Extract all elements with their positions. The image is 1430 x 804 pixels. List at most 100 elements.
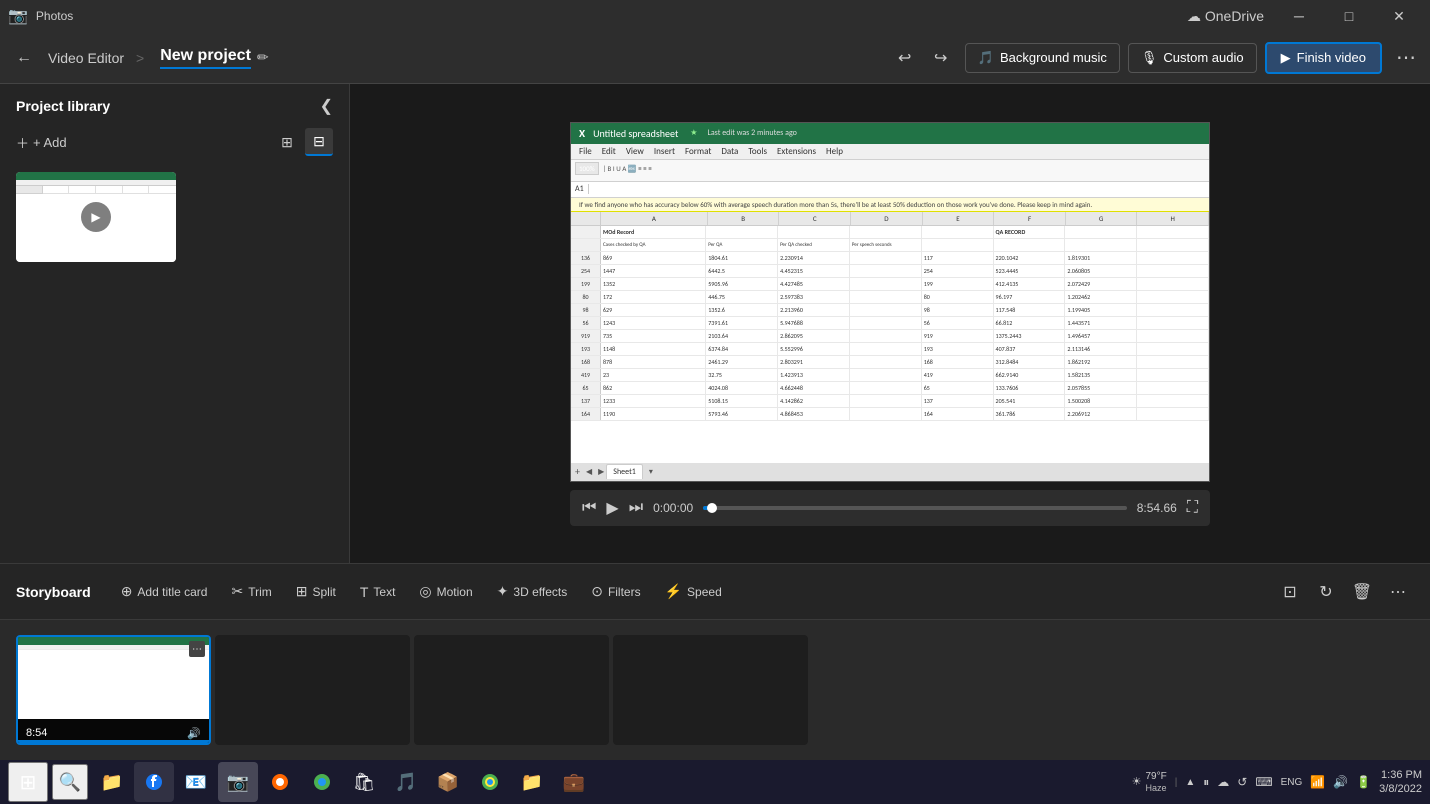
sheet-nav-right[interactable]: ▶ xyxy=(598,467,604,477)
play-forward-button[interactable]: ⏭ xyxy=(629,499,643,517)
taskbar-app-work[interactable]: 💼 xyxy=(554,762,594,802)
data-row: 168 878 2461.29 2.803291 168 312.8484 1.… xyxy=(571,356,1209,369)
trim-icon: ✂ xyxy=(231,583,243,600)
play-overlay: ▶ xyxy=(81,202,111,232)
menu-data[interactable]: Data xyxy=(721,146,738,157)
taskbar-app-browser-3[interactable] xyxy=(302,762,342,802)
more-options-button[interactable]: ⋯ xyxy=(1390,42,1422,74)
middle-section: Project library ❮ ＋ + Add ⊞ ⊟ xyxy=(0,84,1430,563)
maximize-button[interactable]: □ xyxy=(1326,0,1372,32)
taskbar-app-music[interactable]: 🎵 xyxy=(386,762,426,802)
formula-bar: A1 xyxy=(571,182,1209,198)
project-name-label: New project xyxy=(160,47,251,69)
taskbar-app-files[interactable]: 📁 xyxy=(92,762,132,802)
sheet-nav-left[interactable]: ◀ xyxy=(586,467,592,477)
zoom-control[interactable]: 100% xyxy=(575,162,599,175)
sidebar-collapse-button[interactable]: ❮ xyxy=(320,96,333,116)
small-grid-view-button[interactable]: ⊞ xyxy=(273,128,301,156)
system-clock[interactable]: 1:36 PM 3/8/2022 xyxy=(1379,768,1422,797)
cell-e2 xyxy=(922,239,994,251)
taskbar-app-dropbox[interactable]: 📦 xyxy=(428,762,468,802)
motion-button[interactable]: ◎ Motion xyxy=(409,578,482,605)
taskbar-app-folder[interactable]: 📁 xyxy=(512,762,552,802)
custom-audio-button[interactable]: 🎙 Custom audio xyxy=(1128,43,1257,73)
delete-clip-button[interactable]: 🗑 xyxy=(1346,576,1378,608)
large-grid-view-button[interactable]: ⊟ xyxy=(305,128,333,156)
menu-edit[interactable]: Edit xyxy=(602,146,616,157)
undo-button[interactable]: ↩ xyxy=(889,42,921,74)
progress-bar[interactable] xyxy=(703,506,1127,510)
menu-file[interactable]: File xyxy=(579,146,592,157)
cell-f2 xyxy=(994,239,1066,251)
systray-lang-icon[interactable]: ENG xyxy=(1281,777,1303,788)
menu-extensions[interactable]: Extensions xyxy=(777,146,816,157)
cell-g2 xyxy=(1065,239,1137,251)
storyboard-clip-1[interactable]: ⋯ 8:54 🔊 xyxy=(16,635,211,745)
systray-volume-icon: 🔊 xyxy=(1333,775,1348,789)
trim-button[interactable]: ✂ Trim xyxy=(221,578,281,605)
fullscreen-button[interactable]: ⛶ xyxy=(1187,499,1198,517)
col-c-header: C xyxy=(779,212,851,225)
storyboard-clip-3[interactable] xyxy=(414,635,609,745)
taskbar-app-mail[interactable]: 📧 xyxy=(176,762,216,802)
play-back-button[interactable]: ⏮ xyxy=(582,499,596,517)
cell-g1 xyxy=(1065,226,1137,238)
col-e-header: E xyxy=(923,212,995,225)
storyboard-clip-4[interactable] xyxy=(613,635,808,745)
filters-icon: ⊙ xyxy=(591,583,603,600)
close-button[interactable]: ✕ xyxy=(1376,0,1422,32)
crop-resize-button[interactable]: ⊡ xyxy=(1274,576,1306,608)
finish-video-button[interactable]: ▶ Finish video xyxy=(1265,42,1382,74)
minimize-button[interactable]: ─ xyxy=(1276,0,1322,32)
add-title-card-button[interactable]: ⊕ Add title card xyxy=(111,578,218,605)
speed-button[interactable]: ⚡ Speed xyxy=(655,578,732,605)
excel-menu-bar: File Edit View Insert Format Data Tools … xyxy=(571,144,1209,160)
menu-format[interactable]: Format xyxy=(685,146,711,157)
weather-widget[interactable]: ☀ 79°F Haze xyxy=(1132,771,1167,794)
start-button[interactable]: ⊞ xyxy=(8,762,48,802)
menu-tools[interactable]: Tools xyxy=(748,146,767,157)
back-button[interactable]: ← xyxy=(8,42,40,74)
cell-mod-record: MOd Record xyxy=(601,226,706,238)
excel-header: X Untitled spreadsheet ★ Last edit was 2… xyxy=(571,123,1209,144)
edit-project-name-icon[interactable]: ✏ xyxy=(257,49,269,66)
add-icon: ＋ xyxy=(16,133,29,152)
taskbar-app-browser-1[interactable] xyxy=(134,762,174,802)
background-music-button[interactable]: 🎵 Background music xyxy=(965,43,1120,73)
taskbar-app-store[interactable]: 🛍 xyxy=(344,762,384,802)
data-row: 919 735 2103.64 2.862095 919 1375.2443 1… xyxy=(571,330,1209,343)
play-button[interactable]: ▶ xyxy=(606,498,618,518)
split-button[interactable]: ⊞ Split xyxy=(286,578,346,605)
add-sheet-icon[interactable]: + xyxy=(575,465,580,478)
rotate-button[interactable]: ↻ xyxy=(1310,576,1342,608)
menu-view[interactable]: View xyxy=(626,146,644,157)
search-button[interactable]: 🔍 xyxy=(52,764,88,800)
sheet-more[interactable]: ▾ xyxy=(649,467,653,477)
text-button[interactable]: T Text xyxy=(350,579,406,605)
filters-button[interactable]: ⊙ Filters xyxy=(581,578,650,605)
menu-insert[interactable]: Insert xyxy=(654,146,675,157)
data-row: 137 1233 5108.15 4.142862 137 205.541 1.… xyxy=(571,395,1209,408)
systray-power-icon: 🔋 xyxy=(1356,775,1371,789)
menu-help[interactable]: Help xyxy=(826,146,843,157)
project-thumbnail[interactable]: ▶ xyxy=(16,172,176,262)
add-media-button[interactable]: ＋ + Add xyxy=(16,133,67,152)
project-name-area: New project ✏ xyxy=(160,47,268,69)
more-clip-options-button[interactable]: ⋯ xyxy=(1382,576,1414,608)
3d-effects-button[interactable]: ✦ 3D effects xyxy=(487,578,578,605)
sheet-tab-1[interactable]: Sheet1 xyxy=(606,464,643,479)
finish-icon: ▶ xyxy=(1281,50,1291,66)
excel-data-area: A B C D E F G H xyxy=(571,212,1209,463)
storyboard-title: Storyboard xyxy=(16,584,91,600)
taskbar-app-photos[interactable]: 📷 xyxy=(218,762,258,802)
redo-button[interactable]: ↪ xyxy=(925,42,957,74)
systray-overflow[interactable]: ▲ xyxy=(1185,777,1195,788)
storyboard-clip-2[interactable] xyxy=(215,635,410,745)
systray-wifi-icon: 📶 xyxy=(1310,775,1325,789)
taskbar-app-browser-2[interactable] xyxy=(260,762,300,802)
preview-area: X Untitled spreadsheet ★ Last edit was 2… xyxy=(350,84,1430,563)
content-wrapper: Project library ❮ ＋ + Add ⊞ ⊟ xyxy=(0,84,1430,760)
taskbar-app-chrome[interactable] xyxy=(470,762,510,802)
text-icon: T xyxy=(360,584,369,600)
cell-b1 xyxy=(706,226,778,238)
